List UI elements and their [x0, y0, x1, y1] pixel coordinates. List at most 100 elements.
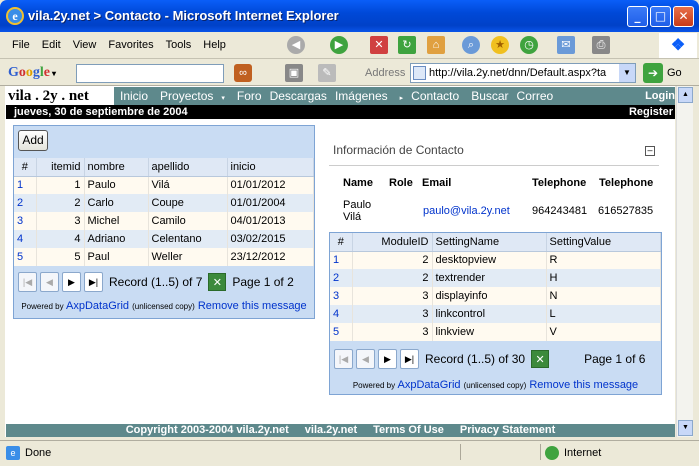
prev-page-button[interactable]: ◀ [40, 272, 59, 292]
site-name[interactable]: vila . 2y . net [6, 87, 114, 105]
column-header[interactable]: ModuleID [352, 233, 433, 252]
nav-foro[interactable]: Foro [233, 87, 266, 105]
next-page-button[interactable]: ▶ [62, 272, 81, 292]
back-icon[interactable]: ◀ [287, 36, 305, 54]
minimize-button[interactable]: _ [627, 6, 648, 27]
row-link[interactable]: 5 [17, 251, 23, 263]
row-link[interactable]: 4 [17, 233, 23, 245]
cell: Carlo [84, 194, 149, 212]
add-button[interactable]: Add [18, 130, 48, 151]
remove-message-link[interactable]: Remove this message [529, 379, 638, 391]
row-link[interactable]: 3 [333, 290, 339, 302]
menu-file[interactable]: File [6, 32, 36, 59]
cell: R [546, 251, 661, 269]
next-page-button[interactable]: ▶ [378, 349, 397, 369]
first-page-button[interactable]: |◀ [334, 349, 353, 369]
collapse-icon[interactable]: – [645, 146, 655, 156]
cell: N [546, 287, 661, 305]
forward-icon[interactable]: ▶ [330, 36, 348, 54]
cell: Paul [84, 248, 149, 266]
highlight-icon[interactable]: ✎ [318, 64, 336, 82]
history-icon[interactable]: ◷ [520, 36, 538, 54]
go-icon[interactable]: ➔ [643, 63, 663, 83]
menu-favorites[interactable]: Favorites [102, 32, 159, 59]
favorites-icon[interactable]: ★ [491, 36, 509, 54]
menu-help[interactable]: Help [197, 32, 232, 59]
privacy-link[interactable]: Privacy Statement [460, 424, 555, 436]
settings-grid: # ModuleID SettingName SettingValue 1 2 de… [329, 232, 662, 395]
nav-correo[interactable]: Correo [513, 87, 558, 105]
nav-imagenes[interactable]: Imágenes [331, 87, 392, 105]
cell: linkcontrol [432, 305, 547, 323]
contact-email-link[interactable]: paulo@vila.2y.net [423, 205, 510, 217]
excel-export-icon[interactable]: ✕ [531, 350, 550, 368]
mail-icon[interactable]: ✉ [557, 36, 575, 54]
people-grid: Add # itemid nombre apellido inicio 1 1 Pa… [13, 125, 315, 319]
address-label: Address [365, 67, 406, 79]
current-date: jueves, 30 de septiembre de 2004 [14, 106, 188, 118]
cell: 23/12/2012 [227, 248, 314, 266]
nav-buscar[interactable]: Buscar [467, 87, 512, 105]
remove-message-link[interactable]: Remove this message [198, 300, 307, 312]
column-header[interactable]: # [14, 158, 37, 177]
last-page-button[interactable]: ▶| [84, 272, 103, 292]
address-dropdown-icon[interactable]: ▼ [619, 64, 635, 82]
cell: Vilá [148, 176, 228, 194]
go-button[interactable]: Go [667, 67, 682, 79]
menu-tools[interactable]: Tools [160, 32, 198, 59]
pager: |◀ ◀ ▶ ▶| Record (1..5) of 30 ✕ Page 1 o… [330, 341, 661, 377]
stop-icon[interactable]: ✕ [370, 36, 388, 54]
first-page-button[interactable]: |◀ [18, 272, 37, 292]
nav-inicio[interactable]: Inicio [116, 87, 152, 105]
refresh-icon[interactable]: ↻ [398, 36, 416, 54]
column-header[interactable]: apellido [148, 158, 228, 177]
cell: H [546, 269, 661, 287]
cell: 2 [352, 251, 433, 269]
search-icon[interactable]: ⌕ [462, 36, 480, 54]
row-link[interactable]: 4 [333, 308, 339, 320]
row-link[interactable]: 5 [333, 326, 339, 338]
vertical-scrollbar[interactable]: ▲ ▼ [676, 86, 693, 437]
register-link[interactable]: Register [629, 105, 673, 119]
google-search-input[interactable] [76, 64, 224, 83]
windows-logo-icon: ❖ [659, 33, 697, 58]
table-row: 2 2 textrender H [330, 269, 661, 287]
record-count: Record (1..5) of 30 [425, 352, 526, 366]
address-input[interactable]: http://vila.2y.net/dnn/Default.aspx?ta [410, 63, 636, 83]
binoculars-icon[interactable]: ∞ [234, 64, 252, 82]
print-icon[interactable]: ⎙ [592, 36, 610, 54]
menu-view[interactable]: View [67, 32, 103, 59]
row-link[interactable]: 1 [17, 179, 23, 191]
axpdatagrid-link[interactable]: AxpDataGrid [398, 379, 461, 391]
footer-site-link[interactable]: vila.2y.net [305, 424, 357, 436]
cell: Camilo [148, 212, 228, 230]
column-header[interactable]: SettingName [432, 233, 547, 252]
table-row: 4 3 linkcontrol L [330, 305, 661, 323]
home-icon[interactable]: ⌂ [427, 36, 445, 54]
prev-page-button[interactable]: ◀ [356, 349, 375, 369]
row-link[interactable]: 2 [17, 197, 23, 209]
site-footer: Copyright 2003-2004 vila.2y.net vila.2y.n… [6, 424, 675, 437]
column-header[interactable]: SettingValue [546, 233, 661, 252]
column-header[interactable]: # [330, 233, 353, 252]
cell: 2 [36, 194, 85, 212]
cell: 5 [36, 248, 85, 266]
table-row: 5 5 Paul Weller 23/12/2012 [14, 248, 314, 266]
row-link[interactable]: 1 [333, 254, 339, 266]
column-header[interactable]: itemid [36, 158, 85, 177]
login-link[interactable]: Login [645, 87, 675, 105]
google-logo[interactable]: Google ▾ [8, 65, 56, 81]
row-link[interactable]: 2 [333, 272, 339, 284]
last-page-button[interactable]: ▶| [400, 349, 419, 369]
column-header[interactable]: inicio [227, 158, 314, 177]
row-link[interactable]: 3 [17, 215, 23, 227]
nav-descargas[interactable]: Descargas [266, 87, 331, 105]
menu-edit[interactable]: Edit [36, 32, 67, 59]
axpdatagrid-link[interactable]: AxpDataGrid [66, 300, 129, 312]
close-button[interactable]: ✕ [673, 6, 694, 27]
terms-link[interactable]: Terms Of Use [373, 424, 444, 436]
popup-blocker-icon[interactable]: ▣ [285, 64, 303, 82]
excel-export-icon[interactable]: ✕ [208, 273, 227, 291]
column-header[interactable]: nombre [84, 158, 149, 177]
maximize-button[interactable]: □ [650, 6, 671, 27]
